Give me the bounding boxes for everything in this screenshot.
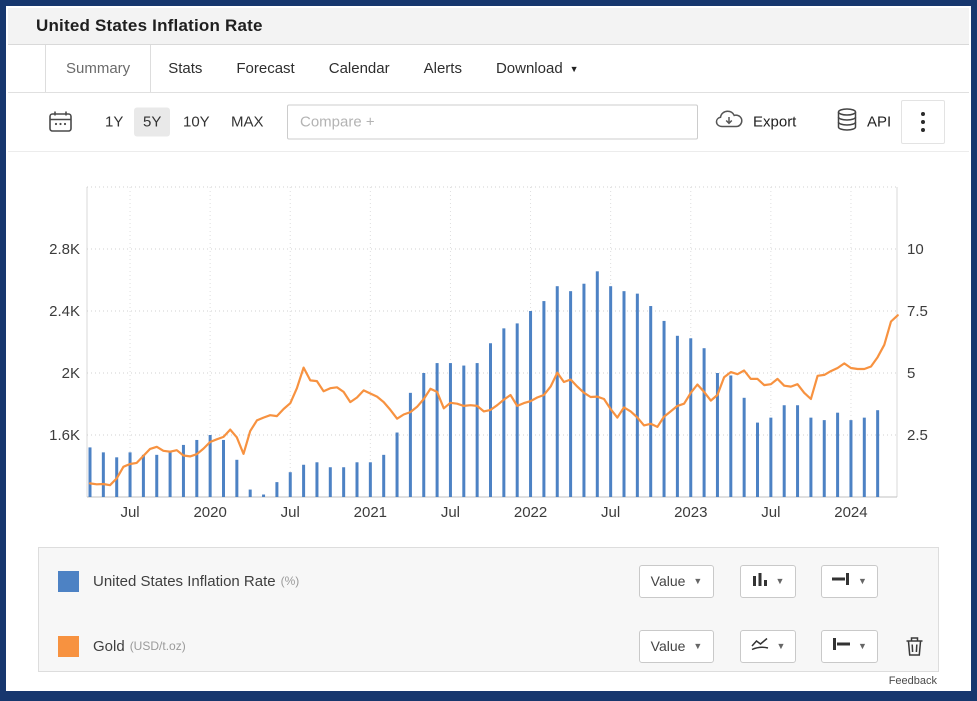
inflation-series-swatch[interactable]	[58, 571, 79, 592]
chevron-down-icon: ▼	[693, 576, 702, 586]
tab-summary[interactable]: Summary	[45, 45, 151, 92]
kebab-menu-icon[interactable]	[901, 100, 945, 144]
svg-text:2.4K: 2.4K	[49, 303, 80, 320]
gold-series-unit: (USD/t.oz)	[130, 639, 186, 653]
svg-text:Jul: Jul	[761, 504, 780, 521]
bar-chart-icon	[752, 571, 768, 592]
tab-stats[interactable]: Stats	[151, 45, 219, 92]
tab-alerts[interactable]: Alerts	[407, 45, 479, 92]
legend-row-gold: Gold (USD/t.oz) Value▼ ▼ ▼	[39, 629, 938, 663]
range-1y-button[interactable]: 1Y	[96, 108, 132, 137]
page-title: United States Inflation Rate	[36, 16, 263, 36]
svg-text:7.5: 7.5	[907, 303, 928, 320]
svg-text:1.6K: 1.6K	[49, 427, 80, 444]
gold-chart-type-button[interactable]: ▼	[740, 630, 796, 663]
svg-text:Jul: Jul	[120, 504, 139, 521]
footer: Feedback	[8, 672, 969, 690]
right-axis-icon	[832, 572, 850, 591]
range-5y-button[interactable]: 5Y	[134, 108, 170, 137]
legend-row-inflation: United States Inflation Rate (%) Value▼ …	[39, 564, 938, 598]
svg-text:2022: 2022	[514, 504, 547, 521]
range-10y-button[interactable]: 10Y	[174, 108, 219, 137]
export-label: Export	[753, 114, 796, 131]
api-button[interactable]: API	[836, 108, 891, 137]
svg-text:2.5: 2.5	[907, 427, 928, 444]
api-label: API	[867, 114, 891, 131]
svg-text:Jul: Jul	[441, 504, 460, 521]
svg-text:2021: 2021	[354, 504, 387, 521]
chevron-down-icon: ▼	[777, 641, 786, 651]
inflation-chart-type-button[interactable]: ▼	[740, 565, 796, 598]
database-icon	[836, 108, 858, 137]
export-button[interactable]: Export	[715, 110, 796, 135]
inflation-axis-side-button[interactable]: ▼	[821, 565, 878, 598]
feedback-link[interactable]: Feedback	[889, 675, 937, 687]
title-bar: United States Inflation Rate	[8, 8, 969, 45]
chevron-down-icon: ▼	[693, 641, 702, 651]
inflation-value-dropdown[interactable]: Value▼	[639, 565, 714, 598]
chevron-down-icon: ▼	[570, 64, 579, 74]
gold-series-label: Gold	[93, 638, 125, 655]
compare-input[interactable]	[287, 105, 698, 140]
price-chart[interactable]: 2.5 5 7.5 10 1.6K 2K 2.4K 2.8K Jul 2020 Jul 2021 Jul…	[8, 152, 971, 545]
chart-area: 2.5 5 7.5 10 1.6K 2K 2.4K 2.8K Jul 2020 Jul 2021 Jul…	[8, 152, 969, 545]
chart-toolbar: 1Y 5Y 10Y MAX Export API	[8, 93, 969, 152]
legend-panel: United States Inflation Rate (%) Value▼ …	[38, 547, 939, 672]
calendar-icon[interactable]	[48, 110, 73, 134]
inflation-series-label: United States Inflation Rate	[93, 573, 276, 590]
tab-download[interactable]: Download▼	[479, 45, 596, 92]
svg-text:2023: 2023	[674, 504, 707, 521]
gold-axis-side-button[interactable]: ▼	[821, 630, 878, 663]
svg-text:Jul: Jul	[601, 504, 620, 521]
svg-text:10: 10	[907, 241, 924, 258]
trash-icon[interactable]	[901, 633, 927, 659]
chevron-down-icon: ▼	[776, 576, 785, 586]
svg-text:2024: 2024	[834, 504, 867, 521]
cloud-download-icon	[715, 110, 744, 135]
gold-series-swatch[interactable]	[58, 636, 79, 657]
chevron-down-icon: ▼	[858, 576, 867, 586]
svg-text:2020: 2020	[193, 504, 226, 521]
left-axis-icon	[832, 637, 850, 656]
app-window: United States Inflation Rate Summary Sta…	[6, 6, 971, 691]
svg-text:2K: 2K	[62, 365, 80, 382]
svg-text:2.8K: 2.8K	[49, 241, 80, 258]
tab-bar: Summary Stats Forecast Calendar Alerts D…	[8, 45, 969, 93]
tab-forecast[interactable]: Forecast	[219, 45, 311, 92]
svg-text:Jul: Jul	[281, 504, 300, 521]
tab-calendar[interactable]: Calendar	[312, 45, 407, 92]
chevron-down-icon: ▼	[858, 641, 867, 651]
gold-value-dropdown[interactable]: Value▼	[639, 630, 714, 663]
range-max-button[interactable]: MAX	[222, 108, 273, 137]
svg-text:5: 5	[907, 365, 915, 382]
line-chart-icon	[751, 636, 769, 657]
inflation-series-unit: (%)	[281, 574, 300, 588]
